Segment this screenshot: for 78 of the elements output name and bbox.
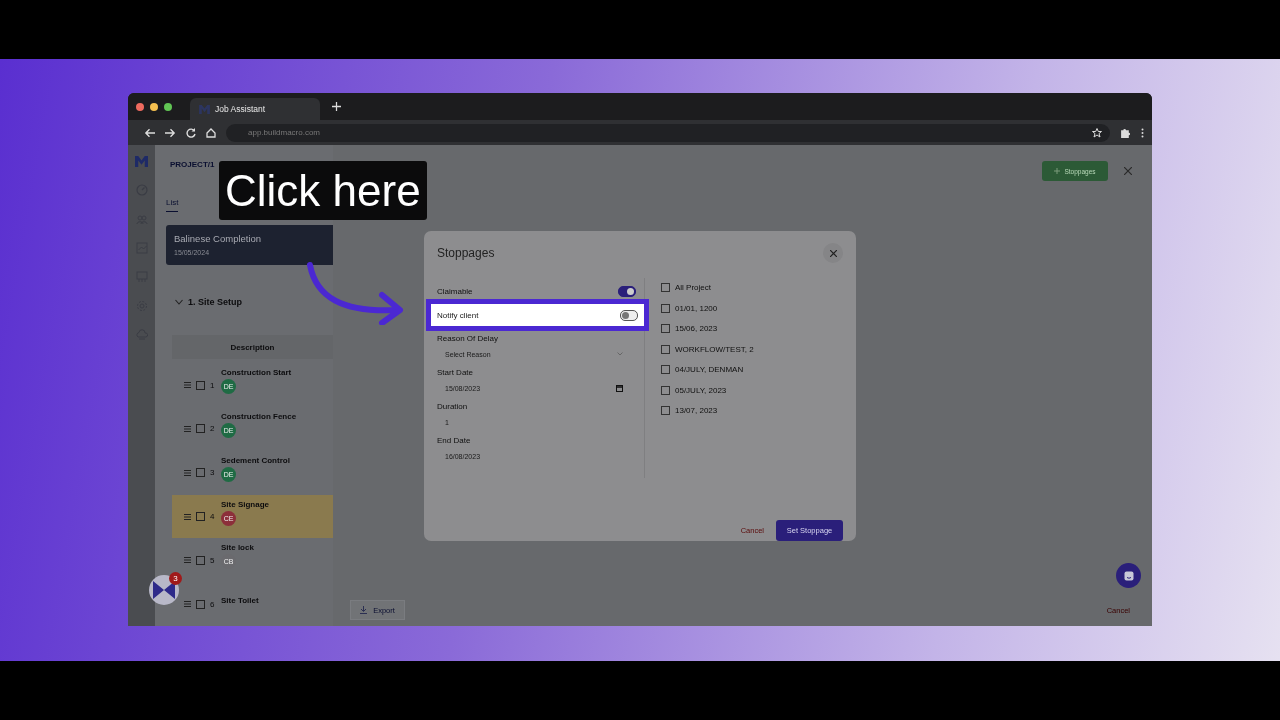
new-tab-icon[interactable] xyxy=(332,102,341,111)
table-header: Description xyxy=(172,334,333,360)
checkbox[interactable] xyxy=(196,468,205,478)
view-tab[interactable]: List xyxy=(166,198,179,212)
caption: Click here xyxy=(219,161,427,220)
field-label: Start Date xyxy=(437,368,474,377)
back-icon[interactable] xyxy=(144,127,155,138)
logo-icon xyxy=(153,581,175,599)
task-name[interactable]: Construction Fence xyxy=(221,411,297,421)
chevron-icon[interactable] xyxy=(175,298,183,305)
toggle-switch[interactable] xyxy=(618,285,636,297)
task-number: 3 xyxy=(210,468,216,478)
task-number: 1 xyxy=(210,380,216,390)
stage-label: 15/06, 2023 xyxy=(675,324,718,333)
checkbox[interactable] xyxy=(196,555,205,565)
drag-handle-icon[interactable] xyxy=(184,601,191,608)
stage-label: WORKFLOW/TEST, 2 xyxy=(675,344,754,354)
task-name[interactable]: Sedement Control xyxy=(221,455,290,465)
drag-handle-icon[interactable] xyxy=(184,557,191,564)
stage-title: Balinese Completion xyxy=(174,233,263,245)
chevron-icon xyxy=(617,352,623,356)
address-bar[interactable]: app.buildmacro.com xyxy=(226,123,1110,142)
checkbox[interactable] xyxy=(661,406,670,415)
chat-icon xyxy=(1123,570,1134,581)
field-label: Duration xyxy=(437,402,469,411)
close-icon xyxy=(829,249,837,257)
drag-handle-icon[interactable] xyxy=(184,425,191,432)
task-name[interactable]: Site lock xyxy=(221,543,254,553)
field-label: Reason Of Delay xyxy=(437,334,499,343)
task-number: 2 xyxy=(210,424,216,434)
home-icon[interactable] xyxy=(206,127,216,138)
toggle-label: Claimable xyxy=(437,286,473,296)
close-button[interactable] xyxy=(823,243,843,263)
drag-handle-icon[interactable] xyxy=(184,469,191,476)
minimize-dot[interactable] xyxy=(150,102,158,111)
checkbox[interactable] xyxy=(196,424,205,434)
close-dot[interactable] xyxy=(136,102,144,111)
close-icon[interactable] xyxy=(1124,167,1132,175)
task-number: 5 xyxy=(210,555,216,565)
drag-handle-icon[interactable] xyxy=(184,513,191,520)
breadcrumb[interactable]: PROJECT/1 xyxy=(170,160,215,169)
browser-tab[interactable]: Job Assistant xyxy=(190,98,320,120)
checkbox[interactable] xyxy=(661,324,670,333)
checkbox[interactable] xyxy=(661,344,670,354)
dialog-title: Stoppages xyxy=(437,246,495,260)
stage-label: 04/JULY, DENMAN xyxy=(675,365,744,374)
task-name[interactable]: Construction Start xyxy=(221,368,292,378)
checkbox[interactable] xyxy=(661,283,670,292)
maximize-dot[interactable] xyxy=(164,102,172,111)
checkbox[interactable] xyxy=(196,599,205,609)
checkbox[interactable] xyxy=(661,385,670,395)
task-number: 4 xyxy=(210,512,216,521)
drag-handle-icon[interactable] xyxy=(184,382,191,389)
logo-icon xyxy=(199,104,210,114)
stage-label: 01/01, 1200 xyxy=(675,303,718,313)
checkbox[interactable] xyxy=(661,303,670,313)
stage-label: 05/JULY, 2023 xyxy=(675,385,727,395)
checkbox[interactable] xyxy=(661,365,670,374)
chat-button[interactable] xyxy=(1116,563,1141,588)
menu-icon[interactable] xyxy=(1141,127,1144,138)
toggle-label: Notify client xyxy=(437,310,479,320)
stage-label: All Project xyxy=(675,283,711,292)
reload-icon[interactable] xyxy=(186,127,196,138)
task-number: 6 xyxy=(210,599,216,609)
field-label: End Date xyxy=(437,436,472,445)
download-icon xyxy=(360,606,368,614)
checkbox[interactable] xyxy=(196,512,205,521)
plus-icon xyxy=(1054,168,1061,174)
task-name[interactable]: Site Signage xyxy=(221,499,269,509)
checkbox[interactable] xyxy=(196,380,205,390)
puzzle-icon[interactable] xyxy=(1120,127,1131,138)
section-title[interactable]: 1. Site Setup xyxy=(188,296,242,307)
task-name[interactable]: Site Toilet xyxy=(221,595,259,605)
star-icon[interactable] xyxy=(1092,127,1102,138)
toggle-switch[interactable] xyxy=(620,309,638,321)
calendar-icon xyxy=(616,384,623,392)
forward-icon[interactable] xyxy=(165,127,176,138)
stage-label: 13/07, 2023 xyxy=(675,406,718,415)
